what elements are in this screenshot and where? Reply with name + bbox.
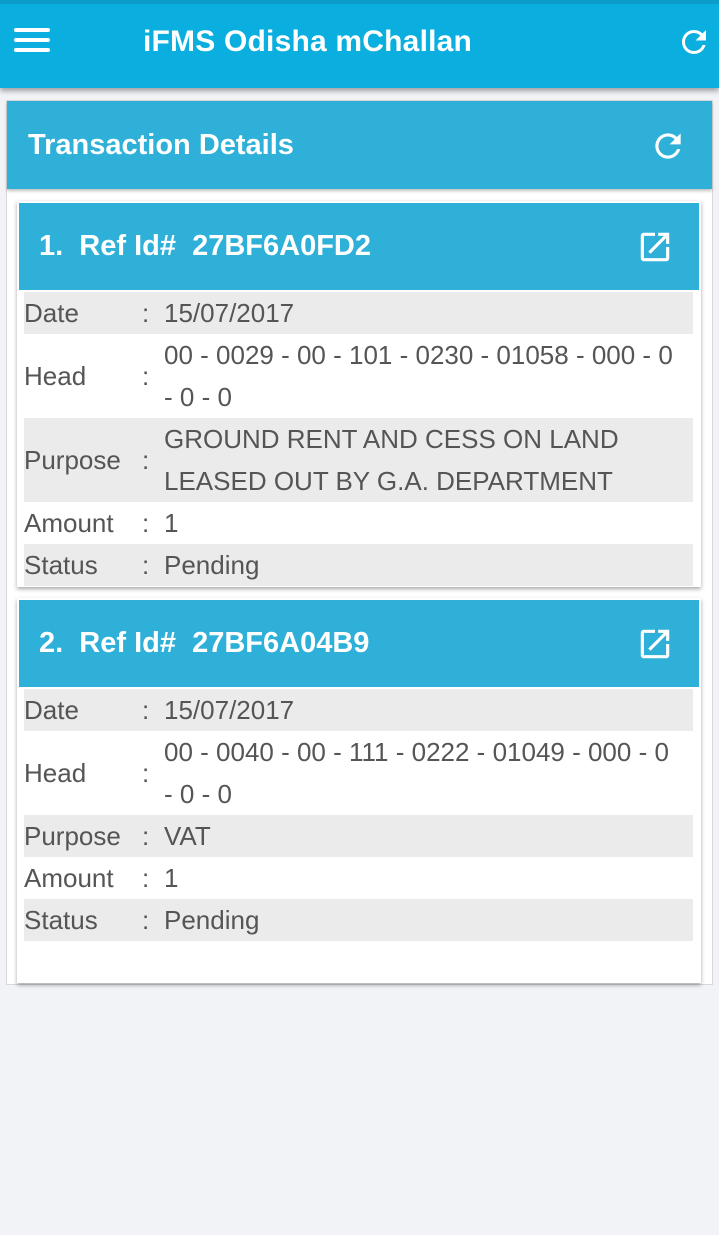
status-label: Status <box>24 550 98 580</box>
amount-row: Amount : 1 <box>24 857 693 899</box>
status-value: Pending <box>164 550 260 580</box>
separator: : <box>142 445 150 475</box>
card-header: 1. Ref Id# 27BF6A0FD2 <box>19 203 699 290</box>
purpose-label: Purpose <box>24 445 121 475</box>
date-row: Date : 15/07/2017 <box>24 689 693 731</box>
separator: : <box>142 821 150 851</box>
ref-id-title: 2. Ref Id# 27BF6A04B9 <box>39 627 370 659</box>
head-label: Head <box>24 758 87 788</box>
head-value-line: 00 - 0040 - 00 - 111 - 0222 - 01049 - 00… <box>164 737 669 767</box>
amount-value: 1 <box>164 508 179 538</box>
status-row: Status : Pending <box>24 899 693 941</box>
section-title: Transaction Details <box>28 129 294 161</box>
head-value-line: - 0 - 0 <box>164 382 232 412</box>
refresh-icon[interactable] <box>676 24 712 60</box>
status-label: Status <box>24 905 98 935</box>
amount-label: Amount <box>24 863 114 893</box>
head-value: 00 - 0040 - 00 - 111 - 0222 - 01049 - 00… <box>164 731 693 815</box>
date-label: Date <box>24 298 79 328</box>
card-header: 2. Ref Id# 27BF6A04B9 <box>19 600 699 687</box>
transaction-panel: Transaction Details 1. Ref Id# 27BF6A0FD… <box>6 100 713 985</box>
date-row: Date : 15/07/2017 <box>24 292 693 334</box>
head-row: Head : 00 - 0040 - 00 - 111 - 0222 - 010… <box>24 731 693 815</box>
head-value-line: - 0 - 0 <box>164 779 232 809</box>
app-title: iFMS Odisha mChallan <box>143 25 473 58</box>
head-row: Head : 00 - 0029 - 00 - 101 - 0230 - 010… <box>24 334 693 418</box>
open-external-icon[interactable] <box>636 228 674 266</box>
purpose-value-line: GROUND RENT AND CESS ON LAND <box>164 424 619 454</box>
hamburger-menu-icon[interactable] <box>12 26 52 56</box>
separator: : <box>142 361 150 391</box>
separator: : <box>142 508 150 538</box>
separator: : <box>142 550 150 580</box>
date-value: 15/07/2017 <box>164 298 295 328</box>
status-value: Pending <box>164 905 260 935</box>
transaction-card: 2. Ref Id# 27BF6A04B9 Date : 15/07/2017 … <box>17 598 701 983</box>
date-value: 15/07/2017 <box>164 695 295 725</box>
ref-id-title: 1. Ref Id# 27BF6A0FD2 <box>39 230 371 262</box>
app-toolbar: iFMS Odisha mChallan <box>0 0 719 88</box>
open-external-icon[interactable] <box>636 625 674 663</box>
date-label: Date <box>24 695 79 725</box>
amount-row: Amount : 1 <box>24 502 693 544</box>
purpose-value: VAT <box>164 821 211 851</box>
section-header: Transaction Details <box>7 101 712 189</box>
purpose-row: Purpose : GROUND RENT AND CESS ON LAND L… <box>24 418 693 502</box>
separator: : <box>142 905 150 935</box>
purpose-value-line: LEASED OUT BY G.A. DEPARTMENT <box>164 466 613 496</box>
purpose-label: Purpose <box>24 821 121 851</box>
transaction-card: 1. Ref Id# 27BF6A0FD2 Date : 15/07/2017 … <box>17 201 701 587</box>
amount-label: Amount <box>24 508 114 538</box>
separator: : <box>142 758 150 788</box>
head-value-line: 00 - 0029 - 00 - 101 - 0230 - 01058 - 00… <box>164 340 673 370</box>
detail-rows: Date : 15/07/2017 Head : 00 - 0029 - 00 … <box>24 292 693 586</box>
purpose-value: GROUND RENT AND CESS ON LAND LEASED OUT … <box>164 418 693 502</box>
separator: : <box>142 863 150 893</box>
detail-rows: Date : 15/07/2017 Head : 00 - 0040 - 00 … <box>24 689 693 941</box>
separator: : <box>142 298 150 328</box>
status-row: Status : Pending <box>24 544 693 586</box>
head-value: 00 - 0029 - 00 - 101 - 0230 - 01058 - 00… <box>164 334 693 418</box>
separator: : <box>142 695 150 725</box>
amount-value: 1 <box>164 863 179 893</box>
head-label: Head <box>24 361 87 391</box>
purpose-row: Purpose : VAT <box>24 815 693 857</box>
refresh-icon[interactable] <box>649 127 687 165</box>
